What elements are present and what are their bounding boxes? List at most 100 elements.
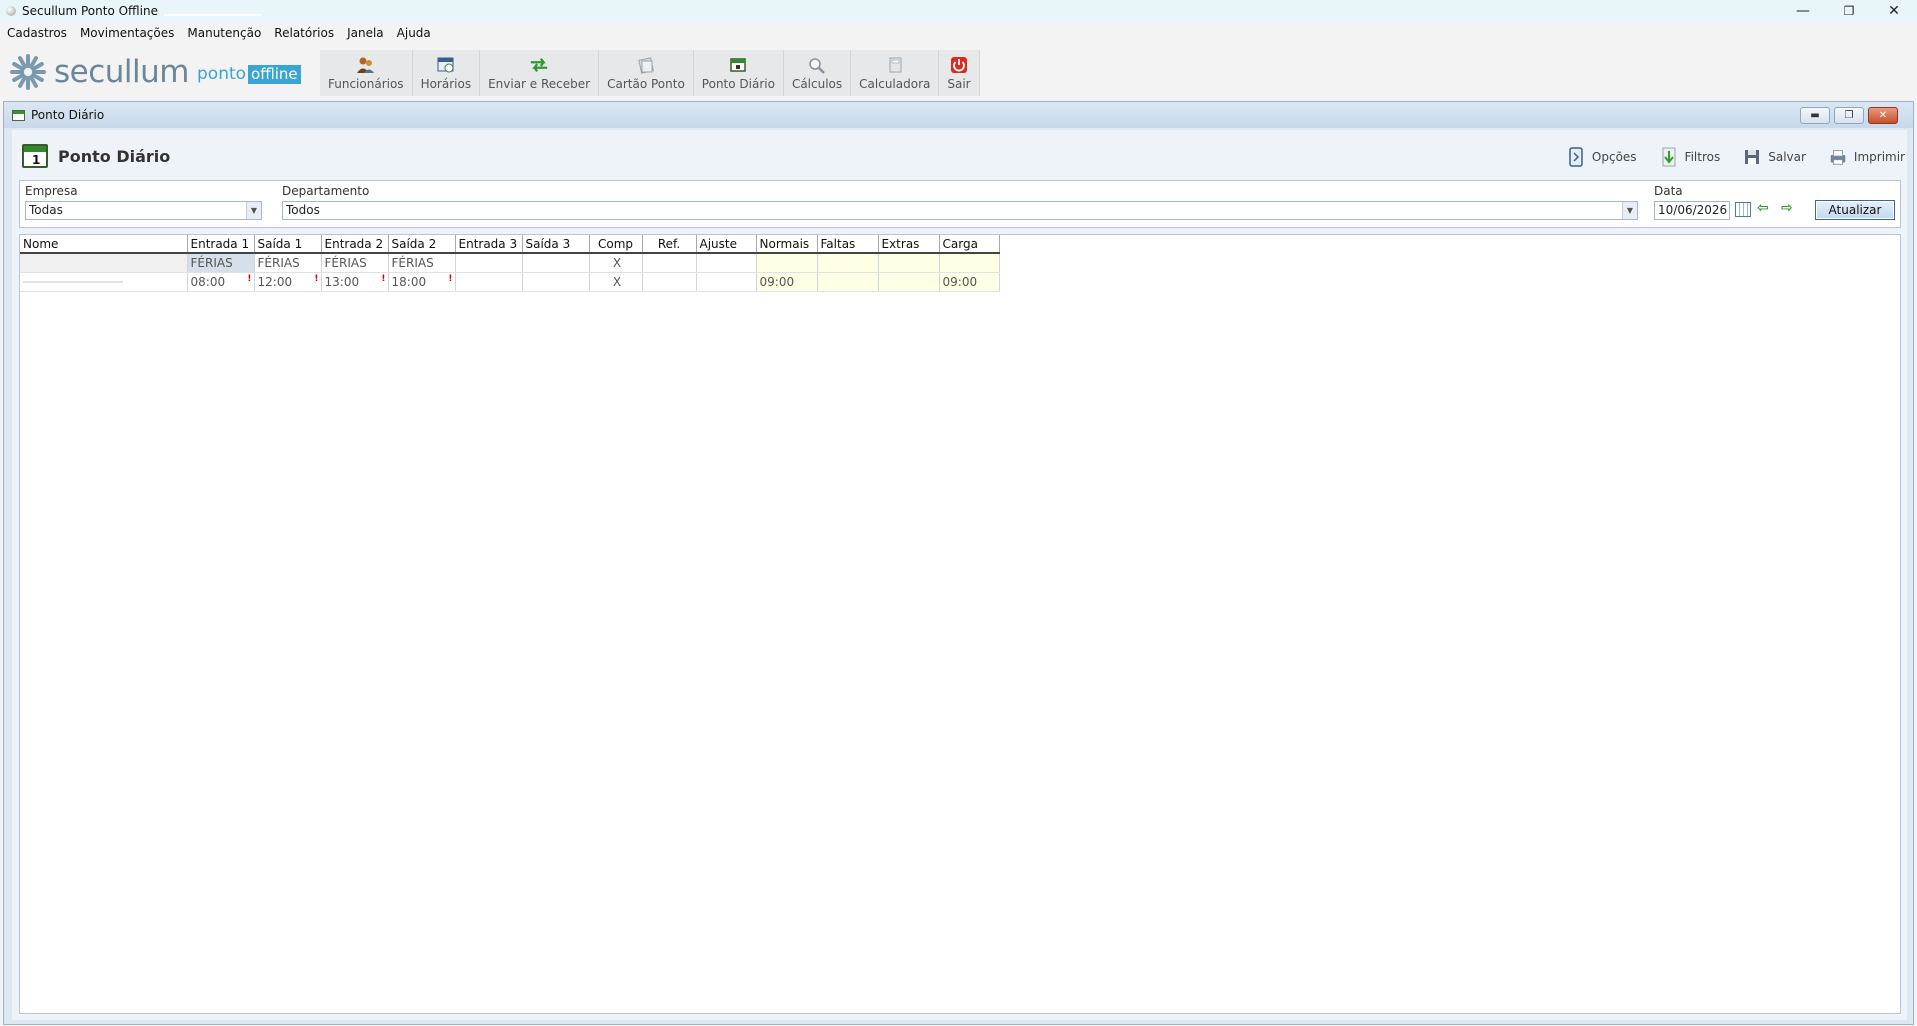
toolbar-ponto-diario-button[interactable]: Ponto Diário: [694, 50, 784, 96]
cell-saida-3[interactable]: [522, 272, 589, 291]
page-title: Ponto Diário: [58, 147, 170, 166]
col-saida-2[interactable]: Saída 2: [388, 235, 455, 253]
imprimir-label: Imprimir: [1854, 150, 1905, 164]
col-entrada-3[interactable]: Entrada 3: [455, 235, 522, 253]
cell-ref[interactable]: [642, 253, 696, 272]
toolbar-calculadora-button[interactable]: Calculadora: [851, 50, 939, 96]
empresa-value: Todas: [29, 203, 63, 217]
cell-entrada-1[interactable]: 08:00!: [187, 272, 254, 291]
cell-ajuste[interactable]: [696, 272, 756, 291]
ponto-diario-panel: 1 Ponto Diário Opções Filtros: [12, 130, 1907, 1020]
previous-day-arrow-icon[interactable]: ⇦: [1757, 200, 1769, 216]
top-band: secullum ponto offline Funcionários Horá…: [0, 44, 1917, 100]
cell-entrada-1[interactable]: FÉRIAS: [187, 253, 254, 272]
table-row[interactable]: 08:00! 12:00! 13:00! 18:00! X 09:00 09:0…: [20, 272, 999, 291]
mdi-minimize-button[interactable]: ▬: [1800, 107, 1830, 124]
cell-saida-1[interactable]: 12:00!: [254, 272, 321, 291]
toolbar-funcionarios-button[interactable]: Funcionários: [320, 50, 413, 96]
title-decoration: [164, 14, 262, 16]
menu-ajuda[interactable]: Ajuda: [397, 26, 431, 40]
power-icon: [949, 56, 969, 74]
col-faltas[interactable]: Faltas: [817, 235, 878, 253]
toolbar-horarios-button[interactable]: Horários: [413, 50, 481, 96]
menu-janela[interactable]: Janela: [347, 26, 384, 40]
mdi-close-button[interactable]: ✕: [1868, 107, 1898, 124]
salvar-button[interactable]: Salvar: [1742, 146, 1806, 168]
cell-carga: [939, 253, 999, 272]
menu-manutencao[interactable]: Manutenção: [187, 26, 261, 40]
page-heading: 1 Ponto Diário: [22, 144, 170, 168]
atualizar-button[interactable]: Atualizar: [1815, 200, 1895, 220]
data-input[interactable]: 10/06/2026: [1654, 201, 1730, 220]
filtros-label: Filtros: [1685, 150, 1721, 164]
options-icon: [1566, 146, 1586, 168]
cell-nome[interactable]: [20, 272, 187, 291]
page-actions: Opções Filtros Salvar Imprimir: [1544, 146, 1905, 168]
minimize-button[interactable]: —: [1780, 0, 1826, 22]
toolbar-calculos-button[interactable]: Cálculos: [784, 50, 851, 96]
grid-header-row: Nome Entrada 1 Saída 1 Entrada 2 Saída 2…: [20, 235, 999, 253]
cell-saida-2[interactable]: FÉRIAS: [388, 253, 455, 272]
departamento-value: Todos: [286, 203, 320, 217]
cell-saida-2[interactable]: 18:00!: [388, 272, 455, 291]
date-picker-icon[interactable]: [1735, 202, 1751, 217]
toolbar-sair-button[interactable]: Sair: [939, 50, 979, 96]
save-icon: [1742, 146, 1762, 168]
toolbar-enviar-receber-button[interactable]: Enviar e Receber: [480, 50, 599, 96]
cell-ajuste[interactable]: [696, 253, 756, 272]
toolbar-enviar-receber-label: Enviar e Receber: [488, 77, 590, 91]
col-ref[interactable]: Ref.: [642, 235, 696, 253]
cell-value: 18:00: [392, 275, 427, 289]
cell-normais: [756, 253, 817, 272]
col-carga[interactable]: Carga: [939, 235, 999, 253]
menu-movimentacoes[interactable]: Movimentações: [80, 26, 174, 40]
toolbar-cartao-ponto-button[interactable]: Cartão Ponto: [599, 50, 694, 96]
next-day-arrow-icon[interactable]: ⇨: [1781, 200, 1793, 216]
col-nome[interactable]: Nome: [20, 235, 187, 253]
col-saida-1[interactable]: Saída 1: [254, 235, 321, 253]
menu-cadastros[interactable]: Cadastros: [7, 26, 67, 40]
menu-relatorios[interactable]: Relatórios: [274, 26, 334, 40]
toolbar-funcionarios-label: Funcionários: [328, 77, 404, 91]
mdi-restore-button[interactable]: ❐: [1834, 107, 1864, 124]
col-extras[interactable]: Extras: [878, 235, 939, 253]
cell-nome[interactable]: [20, 253, 187, 272]
opcoes-button[interactable]: Opções: [1566, 146, 1637, 168]
ponto-diario-titlebar: Ponto Diário ▬ ❐ ✕: [4, 102, 1913, 128]
departamento-select[interactable]: Todos ▼: [282, 201, 1638, 220]
empresa-select[interactable]: Todas ▼: [25, 201, 262, 220]
maximize-button[interactable]: ❐: [1826, 0, 1872, 22]
filters-bar: Empresa Todas ▼ Departamento Todos ▼ Dat…: [19, 180, 1901, 228]
col-normais[interactable]: Normais: [756, 235, 817, 253]
calculations-icon: [807, 56, 827, 74]
close-button[interactable]: ✕: [1871, 0, 1917, 22]
col-entrada-2[interactable]: Entrada 2: [321, 235, 388, 253]
alert-mark-icon: !: [381, 274, 385, 284]
ponto-diario-window-title: Ponto Diário: [31, 108, 104, 122]
cell-value: 12:00: [258, 275, 293, 289]
cell-comp[interactable]: X: [589, 272, 642, 291]
cell-entrada-3[interactable]: [455, 272, 522, 291]
cell-saida-1[interactable]: FÉRIAS: [254, 253, 321, 272]
cell-entrada-2[interactable]: 13:00!: [321, 272, 388, 291]
filtros-button[interactable]: Filtros: [1659, 146, 1721, 168]
col-ajuste[interactable]: Ajuste: [696, 235, 756, 253]
col-saida-3[interactable]: Saída 3: [522, 235, 589, 253]
table-row[interactable]: FÉRIAS FÉRIAS FÉRIAS FÉRIAS X: [20, 253, 999, 272]
col-comp[interactable]: Comp: [589, 235, 642, 253]
cell-entrada-2[interactable]: FÉRIAS: [321, 253, 388, 272]
departamento-label: Departamento: [282, 184, 369, 198]
col-entrada-1[interactable]: Entrada 1: [187, 235, 254, 253]
cell-entrada-3[interactable]: [455, 253, 522, 272]
cell-saida-3[interactable]: [522, 253, 589, 272]
cell-ref[interactable]: [642, 272, 696, 291]
cell-faltas: [817, 253, 878, 272]
schedule-icon: [436, 56, 456, 74]
cell-extras: [878, 272, 939, 291]
cell-comp[interactable]: X: [589, 253, 642, 272]
imprimir-button[interactable]: Imprimir: [1828, 146, 1905, 168]
cell-carga: 09:00: [939, 272, 999, 291]
cell-normais: 09:00: [756, 272, 817, 291]
window-title: Secullum Ponto Offline: [22, 4, 158, 18]
logo-mark-icon: [8, 52, 48, 92]
